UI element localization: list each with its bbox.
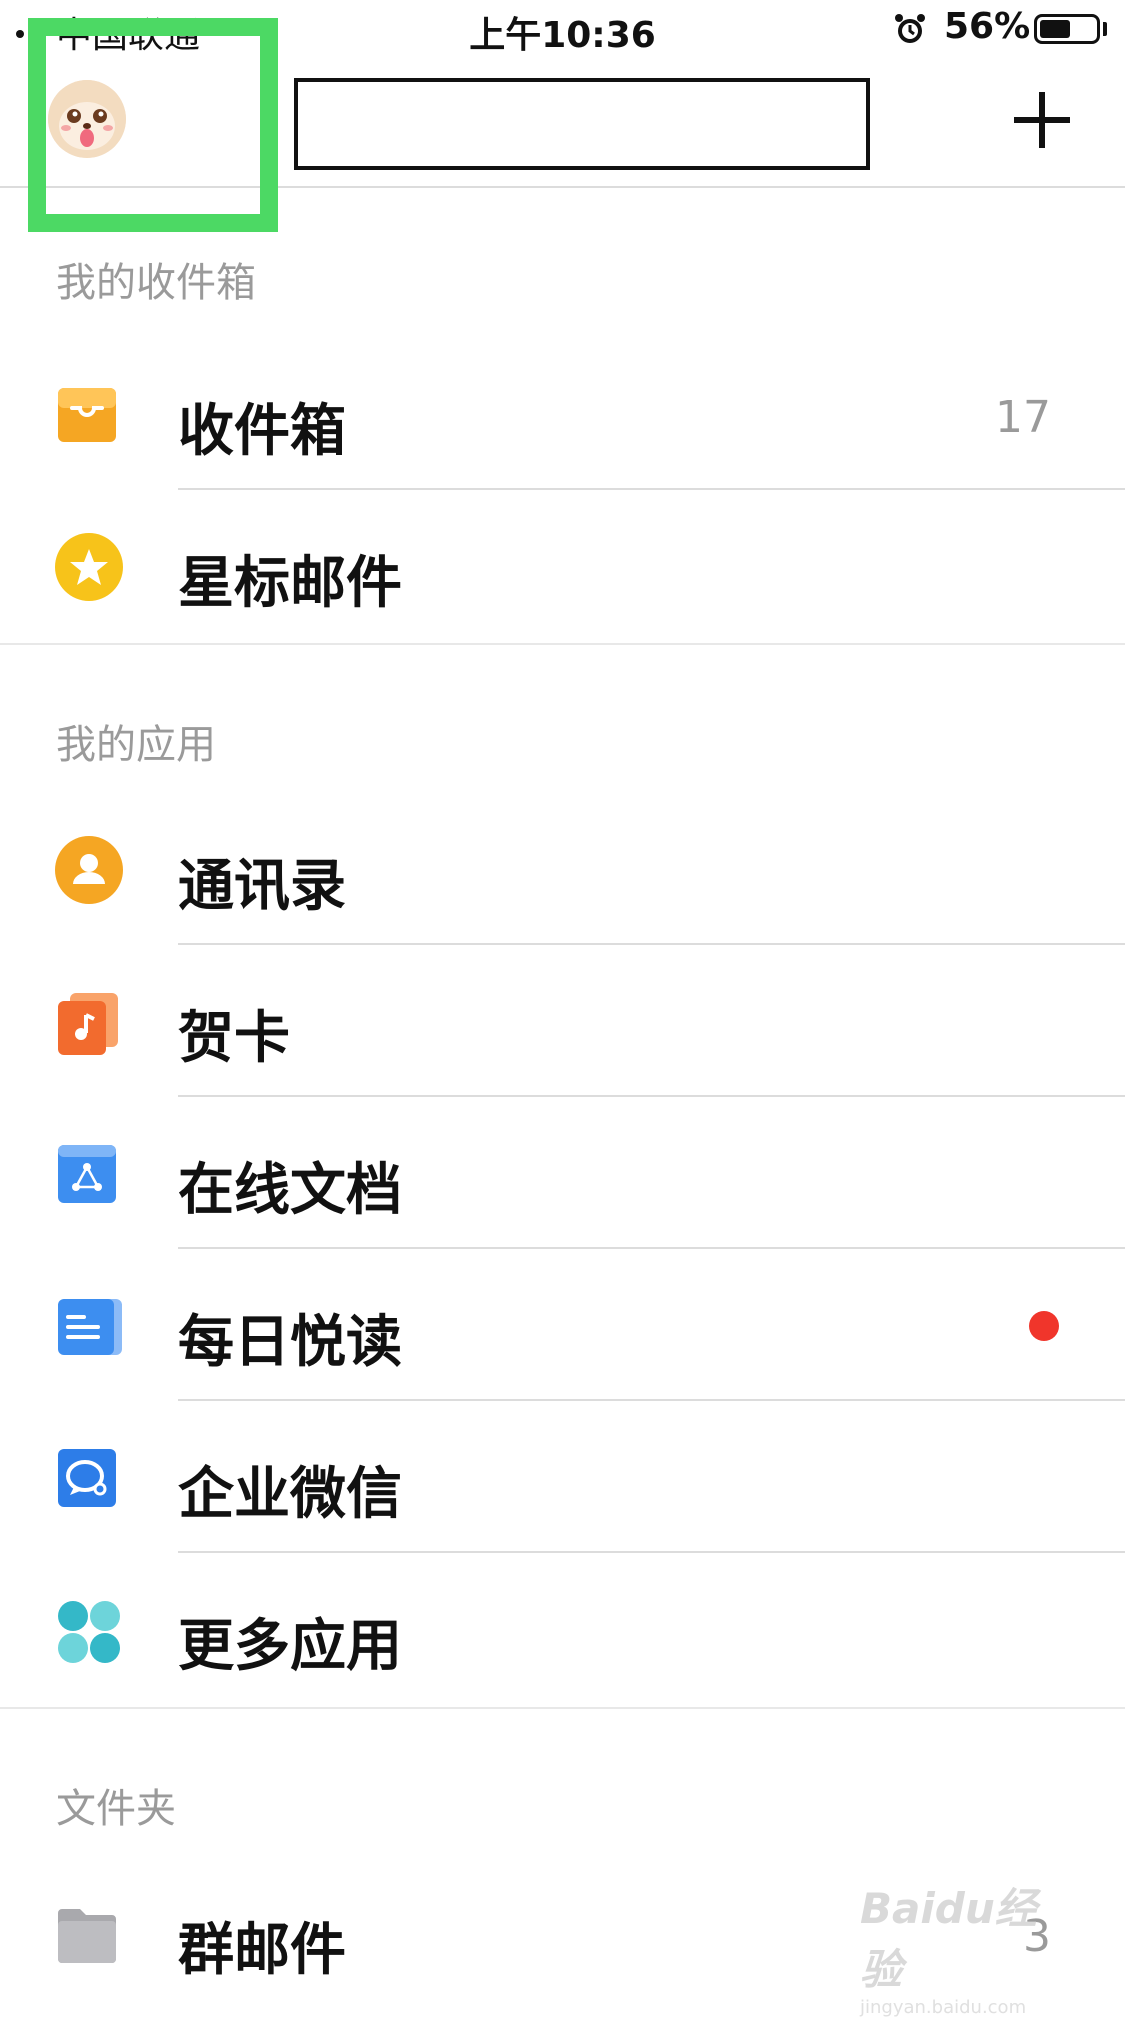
list-item-greeting-card[interactable]: 贺卡: [0, 945, 1125, 1097]
greeting-card-icon: [56, 991, 118, 1055]
notification-dot: [1029, 1311, 1059, 1341]
list-item-label: 群邮件: [178, 1918, 346, 1983]
list-item-inbox[interactable]: 收件箱 17: [0, 338, 1125, 490]
battery-tip: [1103, 22, 1107, 36]
list-item-daily-read[interactable]: 每日悦读: [0, 1249, 1125, 1401]
battery-icon: [1034, 14, 1100, 44]
contacts-icon: [54, 835, 124, 905]
star-icon: [54, 532, 124, 602]
inbox-tray-icon: [56, 384, 118, 446]
list-item-label: 通讯录: [178, 854, 346, 919]
list-item-starred[interactable]: 星标邮件: [0, 490, 1125, 642]
list-item-label: 每日悦读: [178, 1310, 402, 1375]
list-item-online-doc[interactable]: 在线文档: [0, 1097, 1125, 1249]
section-header-apps: 我的应用: [56, 722, 216, 768]
section-divider: [0, 643, 1125, 645]
unread-count: 17: [995, 392, 1051, 443]
alarm-icon: [893, 12, 927, 50]
account-title-box[interactable]: [294, 78, 870, 170]
highlight-frame: [28, 18, 278, 232]
wecom-icon: [56, 1447, 118, 1509]
list-item-label: 收件箱: [178, 399, 346, 464]
section-header-folders: 文件夹: [56, 1786, 176, 1832]
list-item-label: 更多应用: [178, 1614, 402, 1679]
watermark-text: Baidu经验: [860, 1884, 1037, 1994]
list-item-label: 贺卡: [178, 1006, 290, 1071]
section-header-inbox: 我的收件箱: [56, 260, 256, 306]
online-doc-icon: [56, 1143, 118, 1205]
list-item-wecom[interactable]: 企业微信: [0, 1401, 1125, 1553]
baidu-watermark: Baidu经验 jingyan.baidu.com: [860, 1875, 1060, 2018]
daily-read-icon: [56, 1295, 124, 1357]
list-item-contacts[interactable]: 通讯录: [0, 793, 1125, 945]
plus-icon[interactable]: [1010, 88, 1074, 152]
more-apps-icon: [56, 1599, 122, 1665]
section-divider: [0, 1707, 1125, 1709]
folder-icon: [56, 1903, 118, 1965]
battery-percent: 56%: [944, 6, 1031, 47]
list-item-label: 星标邮件: [178, 551, 402, 616]
list-item-label: 在线文档: [178, 1158, 402, 1223]
list-item-label: 企业微信: [178, 1462, 402, 1527]
watermark-url: jingyan.baidu.com: [860, 1997, 1027, 2018]
list-item-more-apps[interactable]: 更多应用: [0, 1553, 1125, 1705]
